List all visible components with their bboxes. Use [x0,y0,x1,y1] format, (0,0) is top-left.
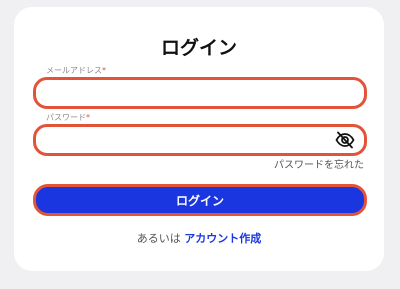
create-account-link[interactable]: アカウント作成 [184,232,261,245]
signup-prompt: あるいは [136,232,181,245]
password-required-mark: * [86,113,90,122]
password-field[interactable] [36,127,364,153]
forgot-password-link[interactable]: パスワードを忘れた [274,156,364,171]
login-button[interactable]: ログイン [33,184,367,216]
password-field-container [33,124,367,156]
email-field[interactable] [36,80,364,106]
password-label: パスワード* [44,113,92,123]
email-label: メールアドレス* [44,66,108,76]
eye-slash-icon[interactable] [335,131,355,149]
page-title: ログイン [160,37,237,59]
email-required-mark: * [102,66,106,75]
password-label-text: パスワード [46,113,86,122]
signup-row: あるいは アカウント作成 [14,230,384,246]
email-label-text: メールアドレス [46,66,102,75]
login-card: ログイン メールアドレス* パスワード* パスワードを忘れた ログイン あるいは… [14,7,384,271]
email-field-container [33,77,367,109]
